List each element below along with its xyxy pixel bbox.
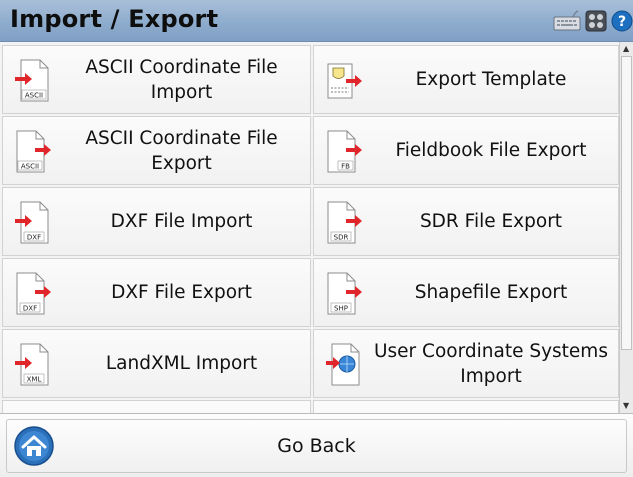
scroll-thumb[interactable] xyxy=(621,56,632,350)
page-title: Import / Export xyxy=(10,5,219,33)
ascii-import-icon: ASCII xyxy=(15,59,49,102)
help-glyph: ? xyxy=(618,14,626,30)
scroll-up-arrow-icon[interactable]: ▲ xyxy=(623,45,629,53)
scroll-down-arrow-icon[interactable]: ▼ xyxy=(623,402,629,410)
menu-item-label: Export Template xyxy=(415,69,567,90)
svg-text:XML: XML xyxy=(27,376,42,384)
menu-item-dxf-export[interactable]: DXF DXF File Export xyxy=(2,258,311,327)
menu-item-label: DXF File Import xyxy=(110,211,253,232)
help-icon[interactable]: ? xyxy=(611,10,633,32)
go-back-button[interactable]: Go Back xyxy=(6,419,627,473)
coordinate-systems-import-icon xyxy=(326,343,360,386)
menu-item-ascii-import[interactable]: ASCII ASCII Coordinate File Import xyxy=(2,45,311,114)
svg-text:SDR: SDR xyxy=(334,234,349,242)
shapefile-export-icon: SHP xyxy=(327,272,362,315)
menu-item-dxf-import[interactable]: DXF DXF File Import xyxy=(2,187,311,256)
keyboard-icon[interactable] xyxy=(553,10,581,32)
menu-item-export-template[interactable]: Export Template xyxy=(313,45,619,114)
svg-text:ASCII: ASCII xyxy=(25,92,43,100)
title-bar: Import / Export ? xyxy=(0,0,633,42)
svg-text:DXF: DXF xyxy=(23,305,37,313)
menu-item-label: LandXML Import xyxy=(105,353,258,374)
dxf-import-icon: DXF xyxy=(15,201,49,244)
menu-item-user-coordinate-systems-import[interactable]: User Coordinate Systems Import xyxy=(313,329,619,398)
svg-text:SHP: SHP xyxy=(334,305,348,313)
menu-item-label: SDR File Export xyxy=(419,211,563,232)
menu-item-label: DXF File Export xyxy=(111,282,252,303)
svg-text:ASCII: ASCII xyxy=(21,163,39,171)
vertical-scrollbar[interactable]: ▲ ▼ xyxy=(619,42,633,413)
menu-item-label: ASCII Coordinate File Export xyxy=(85,127,278,174)
menu-item-partial[interactable] xyxy=(2,400,311,413)
template-export-icon xyxy=(327,63,362,99)
menu-item-fieldbook-export[interactable]: FB Fieldbook File Export xyxy=(313,116,619,185)
sdr-export-icon: SDR xyxy=(327,201,362,244)
menu-item-label: User Coordinate Systems Import xyxy=(374,340,608,387)
menu-item-label: Fieldbook File Export xyxy=(395,140,587,161)
menu-item-label: ASCII Coordinate File Import xyxy=(85,56,278,103)
fieldbook-export-icon: FB xyxy=(327,130,362,173)
go-back-label: Go Back xyxy=(277,435,356,457)
svg-text:DXF: DXF xyxy=(27,234,41,242)
menu-grid: ASCII ASCII Coordinate File Import Expor… xyxy=(0,42,619,413)
dxf-export-icon: DXF xyxy=(16,272,51,315)
svg-text:FB: FB xyxy=(341,163,350,171)
menu-item-label: Shapefile Export xyxy=(414,282,568,303)
menu-item-ascii-export[interactable]: ASCII ASCII Coordinate File Export xyxy=(2,116,311,185)
gps-status-icon[interactable] xyxy=(585,10,607,32)
menu-item-sdr-export[interactable]: SDR SDR File Export xyxy=(313,187,619,256)
menu-item-partial[interactable] xyxy=(313,400,619,413)
landxml-import-icon: XML xyxy=(15,343,49,386)
ascii-export-icon: ASCII xyxy=(16,130,51,173)
menu-item-shapefile-export[interactable]: SHP Shapefile Export xyxy=(313,258,619,327)
footer-bar: Go Back xyxy=(0,413,633,477)
menu-item-landxml-import[interactable]: XML LandXML Import xyxy=(2,329,311,398)
